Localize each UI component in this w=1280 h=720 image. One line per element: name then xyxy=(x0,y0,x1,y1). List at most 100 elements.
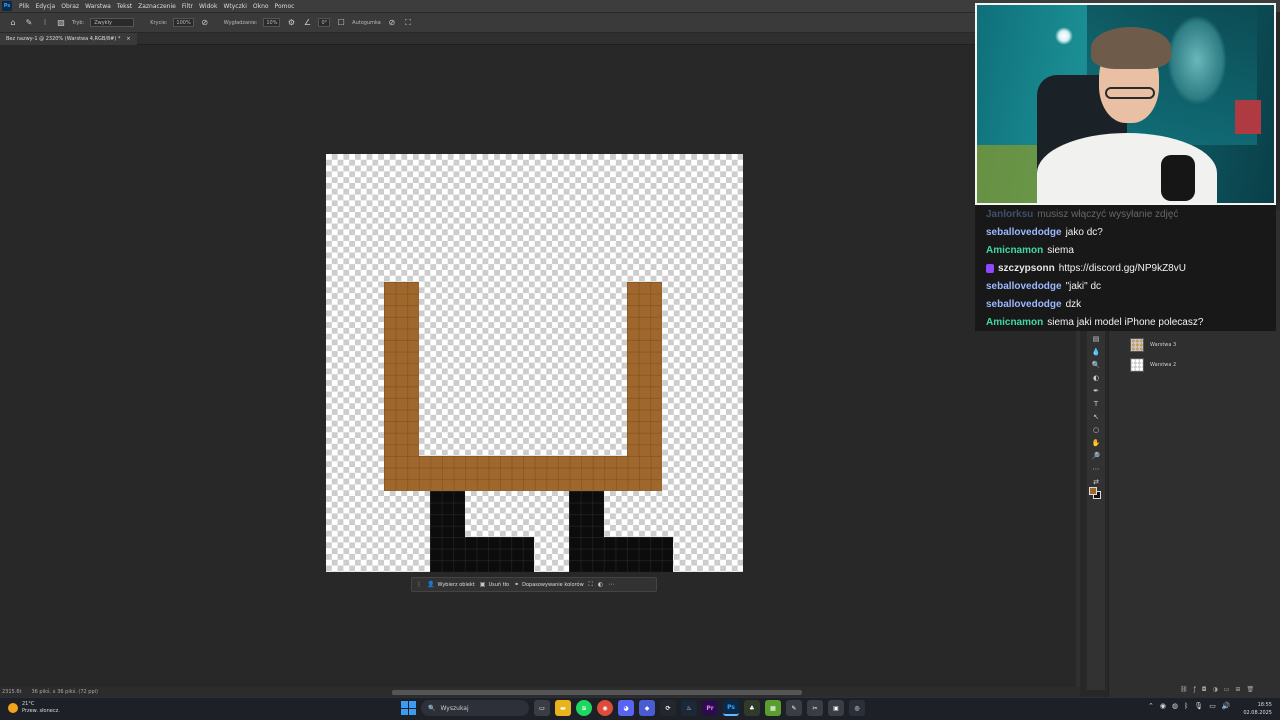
chat-username: szczypsonn xyxy=(998,263,1055,274)
more-icon[interactable]: ⋯ xyxy=(608,581,614,588)
menu-view[interactable]: Widok xyxy=(196,3,220,10)
tray-network-app-icon[interactable]: ◍ xyxy=(1172,702,1178,710)
link-icon[interactable]: ⛓ xyxy=(1180,686,1188,693)
color-match-button[interactable]: ⚭ Dopasowywanie kolorów xyxy=(514,581,584,588)
trash-icon[interactable]: 🗑 xyxy=(1246,686,1254,693)
window-app-icon[interactable]: ▣ xyxy=(828,700,844,716)
ellipse-tool-icon[interactable]: ○ xyxy=(1091,425,1101,435)
controller-app-icon[interactable]: ◎ xyxy=(849,700,865,716)
adjustment-icon[interactable]: ◑ xyxy=(1213,686,1218,693)
windows-start-icon[interactable] xyxy=(400,700,416,716)
mask-icon[interactable]: ◘ xyxy=(1202,686,1207,693)
menu-layer[interactable]: Warstwa xyxy=(82,3,114,10)
color-match-label: Dopasowywanie kolorów xyxy=(522,581,584,588)
weather-description: Przew. słonecz. xyxy=(22,708,60,714)
home-icon[interactable]: ⌂ xyxy=(8,18,18,28)
photoshop-taskbar-icon[interactable]: Ps xyxy=(723,700,739,716)
document-tabs: Bez nazwy-1 @ 2320% (Warstwa 4,RGB/8#) *… xyxy=(0,33,980,45)
chat-text: "jaki" dc xyxy=(1065,281,1102,292)
menu-edit[interactable]: Edycja xyxy=(32,3,58,10)
monitor-icon[interactable]: ▭ xyxy=(1209,702,1216,710)
volume-icon[interactable]: 🔊 xyxy=(1222,702,1231,710)
type-tool-icon[interactable]: T xyxy=(1091,399,1101,409)
menu-window[interactable]: Okno xyxy=(250,3,272,10)
snipping-tool-icon[interactable]: ✂ xyxy=(807,700,823,716)
horizontal-scrollbar[interactable] xyxy=(392,690,802,695)
pen-tool-icon[interactable]: ✒ xyxy=(1091,386,1101,396)
mode-select[interactable]: Zwykły xyxy=(90,18,135,27)
mode-label: Tryb: xyxy=(72,19,85,26)
opacity-input[interactable]: 100% xyxy=(173,18,194,27)
blur-tool-icon[interactable]: 💧 xyxy=(1091,347,1101,357)
bluetooth-icon[interactable]: ᛒ xyxy=(1184,702,1188,710)
chat-message: Amicnamon siema xyxy=(986,245,1074,256)
brush-size-icon[interactable]: ⁝ xyxy=(40,18,50,28)
game-launcher-icon[interactable]: ♣ xyxy=(744,700,760,716)
gear-icon[interactable]: ⚙ xyxy=(286,18,296,28)
webcam-lamp xyxy=(1055,27,1073,45)
hand-tool-icon[interactable]: ✋ xyxy=(1091,438,1101,448)
close-icon[interactable]: × xyxy=(126,36,130,42)
task-view-icon[interactable]: ▭ xyxy=(534,700,550,716)
menu-help[interactable]: Pomoc xyxy=(272,3,298,10)
brown-pixels-base xyxy=(384,456,662,491)
autoerase-checkbox[interactable]: ☐ xyxy=(336,18,346,28)
canvas[interactable] xyxy=(326,154,743,572)
steam-icon[interactable]: ♨ xyxy=(681,700,697,716)
more-tools-icon[interactable]: ⋯ xyxy=(1091,464,1101,474)
remove-background-button[interactable]: ▣ Usuń tło xyxy=(480,581,509,588)
clock[interactable]: 18:55 02.08.2025 xyxy=(1236,701,1272,717)
menu-file[interactable]: Plik xyxy=(16,3,32,10)
select-subject-button[interactable]: 👤 Wybierz obiekt xyxy=(427,581,475,588)
contextual-task-bar: ⋮ 👤 Wybierz obiekt ▣ Usuń tło ⚭ Dopasowywan… xyxy=(411,577,657,592)
shield-app-icon[interactable]: ◆ xyxy=(639,700,655,716)
angle-input[interactable]: 0° xyxy=(318,18,331,27)
smoothing-input[interactable]: 10% xyxy=(263,18,281,27)
pencil-tool-icon[interactable]: ✎ xyxy=(24,18,34,28)
eraser-tool-icon[interactable]: ◐ xyxy=(1091,373,1101,383)
menu-plugins[interactable]: Wtyczki xyxy=(220,3,249,10)
premiere-icon[interactable]: Pr xyxy=(702,700,718,716)
pressure-opacity-icon[interactable]: ⊘ xyxy=(200,18,210,28)
layer-row[interactable]: Warstwa 2 xyxy=(1130,356,1272,374)
path-select-icon[interactable]: ↖ xyxy=(1091,412,1101,422)
menu-type[interactable]: Tekst xyxy=(114,3,135,10)
microphone-icon[interactable]: 🎙 xyxy=(1194,702,1203,710)
zoom-readout[interactable]: 2315.6t xyxy=(2,689,21,695)
transform-icon[interactable]: ⛶ xyxy=(589,581,593,589)
zoom-tool-icon[interactable]: 🔎 xyxy=(1091,451,1101,461)
swap-colors-icon[interactable]: ⇄ xyxy=(1091,477,1101,487)
tray-app-icon[interactable]: ◉ xyxy=(1160,702,1166,710)
dodge-tool-icon[interactable]: 🔍 xyxy=(1091,360,1101,370)
document-size[interactable]: 36 pikś. x 36 pikś. (72 ppi) xyxy=(31,689,98,695)
document-tab[interactable]: Bez nazwy-1 @ 2320% (Warstwa 4,RGB/8#) *… xyxy=(0,33,137,45)
paint-app-icon[interactable]: ✎ xyxy=(786,700,802,716)
taskbar-search[interactable]: 🔍 Wyszukaj xyxy=(421,700,529,716)
brush-settings-icon[interactable]: ▨ xyxy=(56,18,66,28)
remove-background-label: Usuń tło xyxy=(488,581,510,588)
chevron-up-icon[interactable]: ⌃ xyxy=(1148,702,1154,710)
menu-image[interactable]: Obraz xyxy=(58,3,82,10)
layer-row[interactable]: Warstwa 3 xyxy=(1130,336,1272,354)
adjust-icon[interactable]: ◐ xyxy=(598,581,603,588)
gradient-tool-icon[interactable]: ▤ xyxy=(1091,334,1101,344)
fx-icon[interactable]: ƒ xyxy=(1194,686,1196,693)
chrome-icon[interactable]: ◉ xyxy=(597,700,613,716)
minecraft-icon[interactable]: ▦ xyxy=(765,700,781,716)
spotify-icon[interactable]: ≋ xyxy=(576,700,592,716)
discord-icon[interactable]: ◕ xyxy=(618,700,634,716)
symmetry-icon[interactable]: ⛶ xyxy=(403,18,413,28)
webcam-plant xyxy=(1167,15,1227,105)
photoshop-logo-icon[interactable]: Ps xyxy=(2,1,12,11)
folder-icon[interactable]: ▭ xyxy=(1224,686,1230,693)
menu-filter[interactable]: Filtr xyxy=(179,3,196,10)
foreground-color-swatch[interactable] xyxy=(1089,487,1097,495)
file-explorer-icon[interactable]: ▬ xyxy=(555,700,571,716)
new-layer-icon[interactable]: ⊞ xyxy=(1235,686,1240,693)
drag-handle-icon[interactable]: ⋮ xyxy=(416,581,422,588)
pressure-size-icon[interactable]: ⊘ xyxy=(387,18,397,28)
sync-app-icon[interactable]: ⟳ xyxy=(660,700,676,716)
windows-taskbar: 21°C Przew. słonecz. 🔍 Wyszukaj ▭ ▬ ≋ ◉ … xyxy=(0,697,1280,720)
menu-select[interactable]: Zaznaczenie xyxy=(135,3,179,10)
weather-widget[interactable]: 21°C Przew. słonecz. xyxy=(8,701,60,715)
